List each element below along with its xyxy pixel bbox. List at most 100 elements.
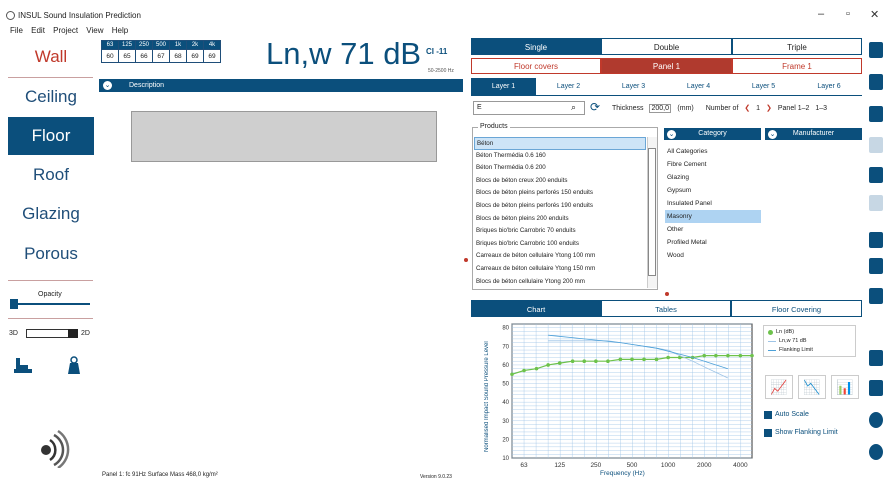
nav-ceiling[interactable]: Ceiling [8, 78, 94, 116]
list-item[interactable]: Blocs de béton creux 200 enduits [474, 175, 646, 188]
pdf-icon[interactable] [869, 195, 883, 211]
list-item[interactable]: Carreaux de béton cellulaire Ytong 100 m… [474, 250, 646, 263]
list-item[interactable]: Carreaux de béton cellulaire Ytong 150 m… [474, 263, 646, 276]
tab-single[interactable]: Single [471, 38, 601, 55]
splitter-handle[interactable] [665, 292, 669, 296]
list-item[interactable]: Blocs de béton cellulaire Ytong 200 mm [474, 276, 646, 289]
nav-porous[interactable]: Porous [8, 235, 94, 273]
speaker-icon[interactable] [869, 288, 883, 304]
description-header[interactable]: ⌄ Description [99, 79, 463, 92]
menu-project[interactable]: Project [53, 26, 78, 35]
gear-icon[interactable] [869, 232, 883, 248]
ci-value: CI -11 [426, 47, 448, 56]
freq-value: 69 [186, 49, 204, 63]
tab-layer-2[interactable]: Layer 2 [536, 78, 601, 96]
category-item[interactable]: Other [665, 223, 761, 236]
chevron-down-icon[interactable]: ⌄ [667, 130, 676, 139]
save-icon[interactable] [869, 106, 883, 122]
tab-double[interactable]: Double [601, 38, 732, 55]
menu-edit[interactable]: Edit [31, 26, 45, 35]
tab-tables[interactable]: Tables [601, 300, 731, 317]
search-input[interactable]: E [473, 101, 585, 115]
data-point [594, 359, 598, 364]
list-item[interactable]: Blocs de béton pleins 200 enduits [474, 213, 646, 226]
category-item[interactable]: Masonry [665, 210, 761, 223]
tab-floor-covering[interactable]: Floor Covering [731, 300, 862, 317]
products-list[interactable]: Béton Béton Thermédia 0.6 160 Béton Ther… [474, 137, 646, 288]
nav-glazing[interactable]: Glazing [8, 195, 94, 233]
folder-icon[interactable] [869, 137, 883, 153]
weight-icon[interactable] [63, 355, 85, 375]
list-item[interactable]: Briques bio'bric Carrobric 70 enduits [474, 225, 646, 238]
print-icon[interactable] [869, 167, 883, 183]
list-item[interactable]: Blocs de béton pleins perforés 190 endui… [474, 200, 646, 213]
chart-line-icon[interactable]: 📈 [765, 375, 793, 399]
close-button[interactable]: ✕ [870, 8, 879, 21]
category-item[interactable]: Profiled Metal [665, 236, 761, 249]
app-title: INSUL Sound Insulation Prediction [18, 11, 141, 20]
tab-layer-3[interactable]: Layer 3 [601, 78, 666, 96]
chart-export-icon[interactable]: 📊 [831, 375, 859, 399]
legend-label: Ln (dB) [776, 329, 795, 335]
menu-view[interactable]: View [86, 26, 103, 35]
show-flanking-checkbox[interactable] [764, 429, 772, 437]
nav-roof[interactable]: Roof [8, 156, 94, 194]
chart-ticks: 10 20 30 40 50 60 70 80 63 125 250 500 1000 2000 4000 [502, 326, 748, 469]
category-item[interactable]: Wood [665, 249, 761, 262]
tab-layer-1[interactable]: Layer 1 [471, 78, 536, 96]
description-textbox[interactable] [131, 111, 437, 162]
legend-marker [768, 329, 773, 335]
freq-value: 66 [135, 49, 153, 63]
list-item[interactable]: Briques bio'bric Carrobric 100 enduits [474, 238, 646, 251]
nav-floor[interactable]: Floor [8, 117, 94, 155]
status-text: Panel 1: fc 91Hz Surface Mass 468,0 kg/m… [102, 472, 218, 478]
tab-triple[interactable]: Triple [732, 38, 862, 55]
category-item[interactable]: All Categories [665, 145, 761, 158]
minimize-button[interactable]: – [818, 8, 824, 20]
freq-header: 250 [135, 40, 153, 50]
tab-frame-1[interactable]: Frame 1 [732, 58, 862, 74]
refresh-icon[interactable] [869, 74, 883, 90]
list-icon[interactable] [869, 380, 883, 396]
opacity-slider[interactable] [10, 303, 90, 305]
floor-person-icon[interactable] [12, 355, 34, 374]
tab-panel-1[interactable]: Panel 1 [601, 58, 732, 74]
list-item[interactable]: Blocs de béton pleins perforés 150 endui… [474, 187, 646, 200]
decrement-icon[interactable]: ❮ [744, 105, 750, 112]
list-item[interactable]: Béton [474, 137, 646, 150]
chart-compare-icon[interactable]: 📉 [798, 375, 826, 399]
tab-floor-covers[interactable]: Floor covers [471, 58, 601, 74]
auto-scale-checkbox[interactable] [764, 411, 772, 419]
manufacturer-header[interactable]: Manufacturer [765, 128, 862, 140]
category-item[interactable]: Gypsum [665, 184, 761, 197]
splitter-handle[interactable] [464, 258, 468, 262]
search-icon[interactable]: ⌕ [571, 102, 576, 113]
report-icon[interactable] [869, 258, 883, 274]
tab-layer-6[interactable]: Layer 6 [796, 78, 862, 96]
tab-layer-4[interactable]: Layer 4 [666, 78, 731, 96]
chevron-down-icon[interactable]: ⌄ [768, 130, 777, 139]
legend-marker [768, 340, 776, 342]
list-item[interactable]: Béton Thermédia 0.6 160 [474, 150, 646, 163]
help-icon[interactable] [869, 412, 883, 428]
category-header[interactable]: Category [664, 128, 761, 140]
category-item[interactable]: Insulated Panel [665, 197, 761, 210]
chevron-down-icon[interactable]: ⌄ [103, 81, 112, 90]
arrow-right-icon[interactable] [869, 42, 883, 58]
menu-help[interactable]: Help [112, 26, 128, 35]
list-item[interactable]: Béton Thermédia 0.6 200 [474, 162, 646, 175]
info-icon[interactable] [869, 444, 883, 460]
category-item[interactable]: Fibre Cement [665, 158, 761, 171]
nav-wall[interactable]: Wall [8, 38, 94, 76]
increment-icon[interactable]: ❯ [766, 105, 772, 112]
scrollbar-thumb[interactable] [648, 148, 656, 276]
tab-layer-5[interactable]: Layer 5 [731, 78, 796, 96]
calculator-icon[interactable] [869, 350, 883, 366]
refresh-icon[interactable]: ⟳ [590, 100, 600, 114]
tab-chart[interactable]: Chart [471, 300, 601, 317]
thickness-input[interactable]: 200,0 [649, 104, 672, 113]
category-item[interactable]: Glazing [665, 171, 761, 184]
restore-button[interactable]: ▫ [846, 8, 850, 20]
menu-file[interactable]: File [10, 26, 23, 35]
opacity-slider-handle[interactable] [10, 299, 18, 309]
